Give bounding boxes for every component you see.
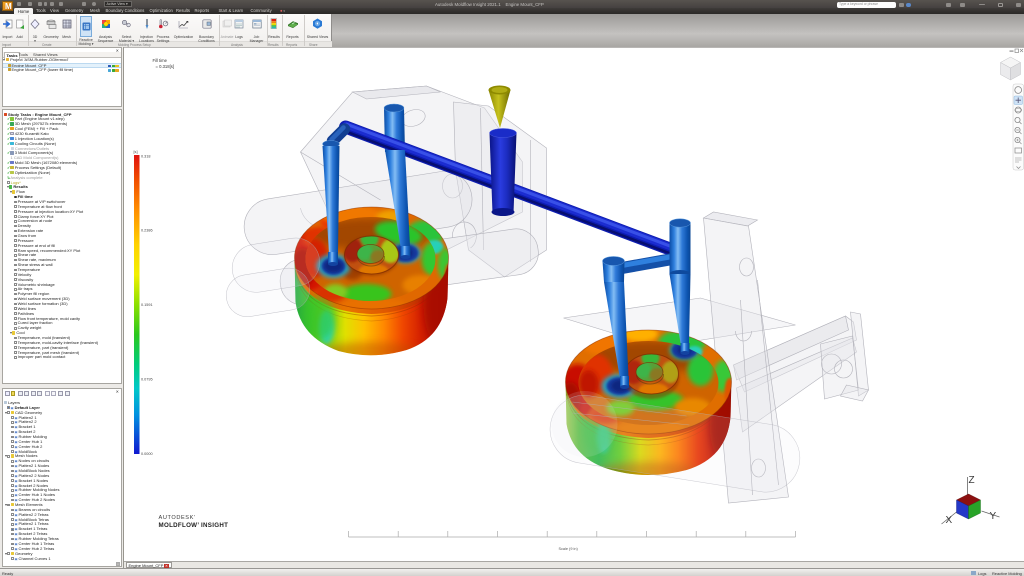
svg-text:= 0.318[s]: = 0.318[s] [155,64,174,69]
svg-text:Fill time: Fill time [152,58,167,63]
svg-text:Y: Y [989,511,996,522]
svg-text:MOLDFLOW’ INSIGHT: MOLDFLOW’ INSIGHT [158,522,228,529]
svg-text:0.1591: 0.1591 [141,303,153,307]
svg-text:AUTODESK’: AUTODESK’ [158,515,195,521]
svg-text:0.318: 0.318 [141,155,151,159]
svg-text:0.0000: 0.0000 [141,452,153,456]
svg-text:0.2386: 0.2386 [141,229,153,233]
svg-text:Z: Z [968,475,974,486]
svg-text:X: X [945,515,952,526]
svg-text:Scale (9 in): Scale (9 in) [558,547,578,551]
svg-text:0.0795: 0.0795 [141,378,153,382]
svg-text:[s]: [s] [133,150,137,154]
